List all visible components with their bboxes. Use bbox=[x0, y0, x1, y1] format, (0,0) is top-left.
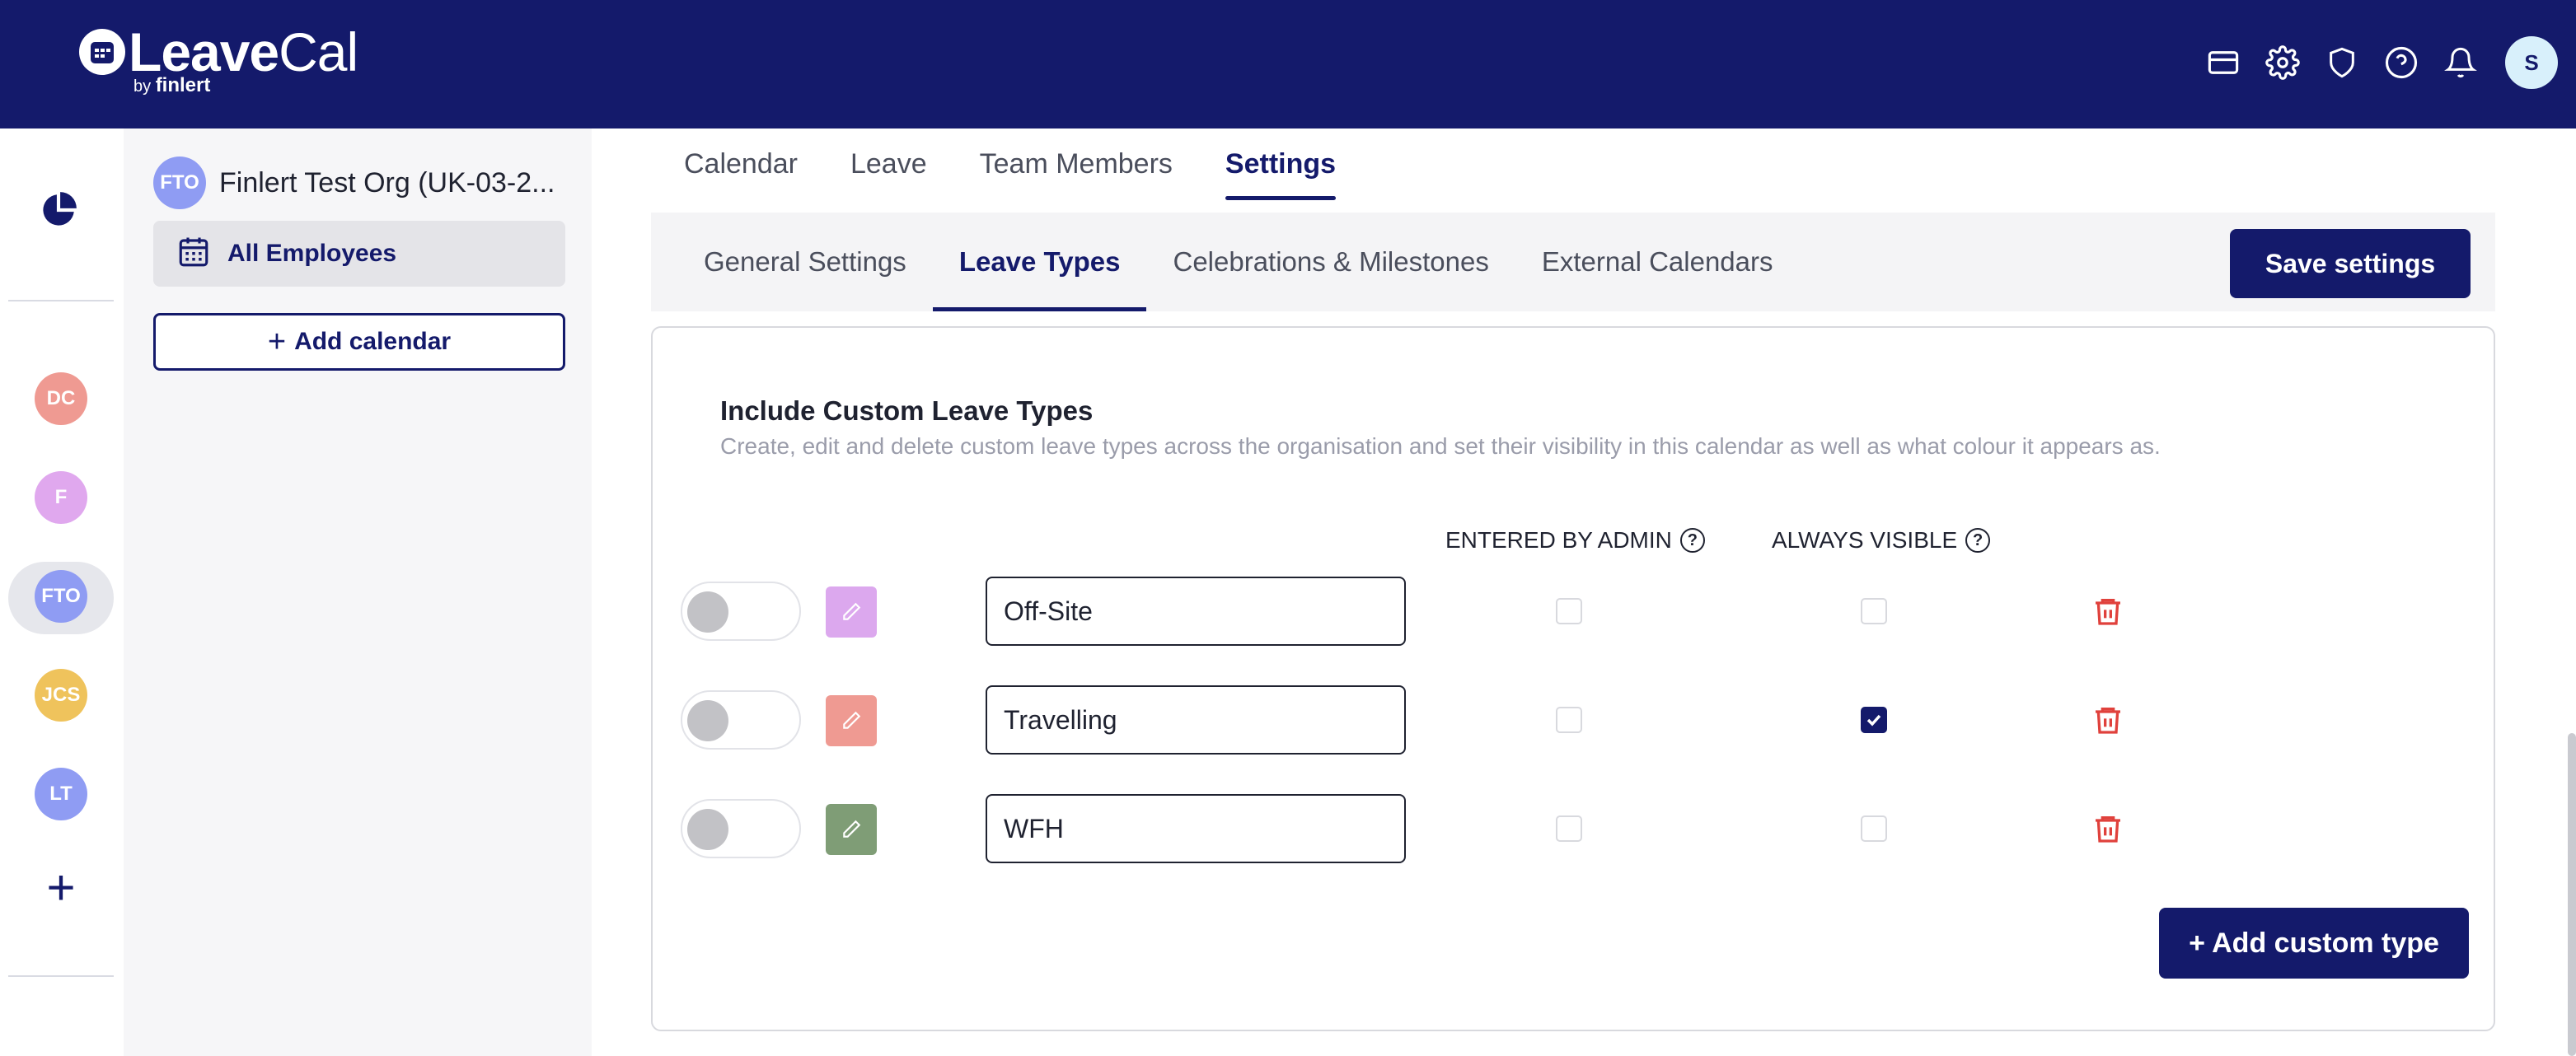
rail-calendar-lt[interactable]: LT bbox=[35, 768, 87, 820]
trash-icon[interactable] bbox=[2091, 812, 2124, 845]
tab-settings[interactable]: Settings bbox=[1225, 148, 1337, 200]
add-calendar-label: Add calendar bbox=[294, 328, 452, 355]
custom-leave-types-card: Include Custom Leave Types Create, edit … bbox=[651, 326, 2495, 1031]
always-visible-checkbox[interactable] bbox=[1861, 707, 1887, 733]
top-navigation-bar: LeaveCal by finlert S bbox=[0, 0, 2576, 128]
leavecal-logo[interactable]: LeaveCal by finlert bbox=[79, 21, 358, 96]
trash-icon[interactable] bbox=[2091, 595, 2124, 628]
save-settings-button[interactable]: Save settings bbox=[2230, 229, 2471, 298]
pencil-icon bbox=[843, 820, 861, 838]
help-circle-icon[interactable]: ? bbox=[1679, 528, 1705, 553]
rail-calendar-f[interactable]: F bbox=[35, 471, 87, 524]
rail-calendar-fto[interactable]: FTO bbox=[35, 570, 87, 623]
subtab-external-calendars[interactable]: External Calendars bbox=[1515, 213, 1800, 311]
logo-wordmark: LeaveCal bbox=[129, 21, 358, 82]
leave-type-toggle[interactable] bbox=[681, 582, 801, 641]
tab-leave[interactable]: Leave bbox=[850, 148, 927, 200]
main-tabs: Calendar Leave Team Members Settings bbox=[684, 148, 1389, 200]
leave-type-name-input[interactable] bbox=[986, 794, 1406, 863]
calendar-item-label: All Employees bbox=[227, 240, 397, 267]
subtab-celebrations-milestones[interactable]: Celebrations & Milestones bbox=[1146, 213, 1515, 311]
pie-chart-icon[interactable] bbox=[38, 189, 79, 235]
always-visible-checkbox[interactable] bbox=[1861, 598, 1887, 624]
organisation-header[interactable]: FTO Finlert Test Org (UK-03-2... bbox=[153, 157, 555, 209]
calendar-logo-icon bbox=[79, 29, 125, 75]
tab-calendar[interactable]: Calendar bbox=[684, 148, 798, 200]
add-calendar-button[interactable]: + Add calendar bbox=[153, 313, 565, 371]
entered-by-admin-checkbox[interactable] bbox=[1556, 815, 1582, 842]
entered-by-admin-checkbox[interactable] bbox=[1556, 598, 1582, 624]
pencil-icon bbox=[843, 711, 861, 729]
subtab-leave-types[interactable]: Leave Types bbox=[932, 213, 1147, 311]
bell-icon[interactable] bbox=[2441, 43, 2480, 82]
org-name: Finlert Test Org (UK-03-2... bbox=[219, 166, 555, 199]
color-swatch-edit-button[interactable] bbox=[826, 695, 877, 746]
tab-team-members[interactable]: Team Members bbox=[980, 148, 1173, 200]
calendar-rail: DC F FTO JCS LT + bbox=[0, 128, 124, 1056]
subtab-general-settings[interactable]: General Settings bbox=[677, 213, 933, 311]
calendar-icon bbox=[176, 235, 211, 273]
billing-card-icon[interactable] bbox=[2204, 43, 2243, 82]
toggle-knob bbox=[687, 700, 728, 741]
settings-subnav: General Settings Leave Types Celebration… bbox=[651, 213, 2495, 311]
rail-calendar-dc[interactable]: DC bbox=[35, 372, 87, 425]
leave-type-row bbox=[653, 685, 2497, 755]
color-swatch-edit-button[interactable] bbox=[826, 586, 877, 638]
leave-type-row bbox=[653, 577, 2497, 646]
rail-calendar-jcs[interactable]: JCS bbox=[35, 669, 87, 722]
plus-icon: + bbox=[267, 324, 287, 359]
pencil-icon bbox=[843, 602, 861, 620]
section-description: Create, edit and delete custom leave typ… bbox=[720, 433, 2161, 459]
calendar-list-panel: FTO Finlert Test Org (UK-03-2... All Emp… bbox=[124, 128, 592, 1056]
add-organisation-plus-icon[interactable]: + bbox=[40, 863, 82, 913]
entered-by-admin-checkbox[interactable] bbox=[1556, 707, 1582, 733]
user-avatar[interactable]: S bbox=[2505, 36, 2558, 89]
rail-divider bbox=[8, 975, 114, 977]
gear-icon[interactable] bbox=[2263, 43, 2302, 82]
leave-type-name-input[interactable] bbox=[986, 685, 1406, 755]
leave-type-row bbox=[653, 794, 2497, 863]
color-swatch-edit-button[interactable] bbox=[826, 804, 877, 855]
column-header-entered-by-admin: ENTERED BY ADMIN ? bbox=[1445, 527, 1705, 554]
shield-icon[interactable] bbox=[2322, 43, 2362, 82]
section-title: Include Custom Leave Types bbox=[720, 395, 1094, 426]
add-custom-type-button[interactable]: + Add custom type bbox=[2159, 908, 2469, 979]
always-visible-checkbox[interactable] bbox=[1861, 815, 1887, 842]
help-icon[interactable] bbox=[2382, 43, 2421, 82]
help-circle-icon[interactable]: ? bbox=[1965, 528, 1991, 553]
column-header-always-visible: ALWAYS VISIBLE ? bbox=[1772, 527, 1991, 554]
leave-type-toggle[interactable] bbox=[681, 690, 801, 750]
trash-icon[interactable] bbox=[2091, 703, 2124, 736]
toggle-knob bbox=[687, 591, 728, 633]
checkmark-icon bbox=[1866, 714, 1881, 727]
leave-type-name-input[interactable] bbox=[986, 577, 1406, 646]
toggle-knob bbox=[687, 809, 728, 850]
page-scrollbar[interactable] bbox=[2568, 733, 2576, 1056]
calendar-item-all-employees[interactable]: All Employees bbox=[153, 221, 565, 287]
logo-byline: by finlert bbox=[133, 74, 211, 96]
org-avatar: FTO bbox=[153, 157, 206, 209]
leave-type-toggle[interactable] bbox=[681, 799, 801, 858]
rail-divider bbox=[8, 300, 114, 301]
